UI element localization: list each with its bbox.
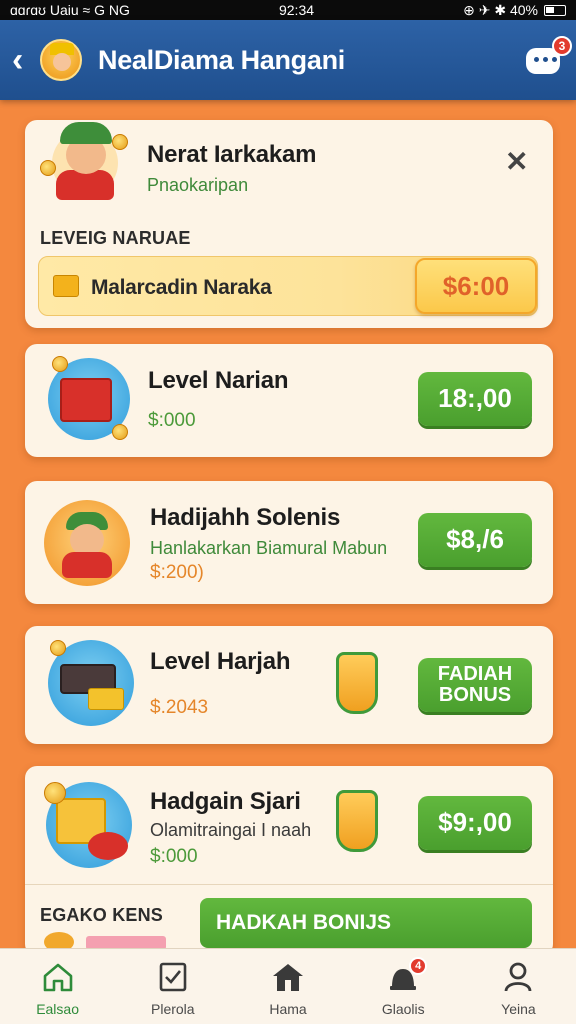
coin-icon [112, 134, 128, 150]
reward-subtitle: Hanlakarkan Biamural Mabun [150, 538, 388, 558]
crate-icon [336, 652, 378, 714]
reward-title: Hadijahh Solenis [150, 504, 341, 531]
nav-item-notifications[interactable]: 4 Glaolis [346, 949, 461, 1024]
bonus-button[interactable]: FADIAH BONUS [418, 658, 532, 712]
page-title: NealDiama Hangani [98, 44, 345, 75]
bottom-section-label: EGAKO KENS [40, 905, 164, 925]
level-section-label: LEVEIG NARUAE [40, 228, 191, 248]
carrier-text: ɑɑɾɑʊ Uaiu ≈ G NG [10, 2, 130, 18]
reward-title: Level Harjah [150, 648, 291, 675]
checklist-icon [159, 962, 187, 992]
status-right-text: ⊕ ✈ ✱ 40% [463, 1, 538, 18]
nav-label: Plerola [151, 1001, 195, 1017]
level-bar-label: Malarcadin Naraka [91, 276, 272, 299]
level-value-button[interactable]: $6:00 [415, 258, 537, 314]
reward-subtitle: Olamitraingai I naah [150, 820, 312, 840]
nav-label: Ealsao [36, 1001, 79, 1017]
battery-icon [544, 4, 566, 16]
back-icon[interactable]: ‹ [12, 41, 34, 80]
notification-badge: 3 [552, 36, 572, 56]
reward-title: Level Narian [148, 367, 289, 394]
reward-amount: $:200) [150, 562, 204, 583]
house-icon [273, 964, 303, 991]
clock: 92:34 [278, 2, 315, 18]
character-icon [44, 500, 130, 586]
chest-icon [53, 275, 79, 297]
nav-item-home[interactable]: Ealsao [0, 949, 115, 1024]
divider [25, 884, 553, 885]
reward-amount: $:000 [150, 846, 198, 867]
coin-icon [112, 424, 128, 440]
app-header: ‹ NealDiama Hangani 3 [0, 20, 576, 100]
nav-label: Glaolis [381, 1001, 425, 1017]
profile-icon [505, 962, 532, 992]
coin-icon [50, 640, 66, 656]
claim-button[interactable]: $8,/6 [418, 513, 532, 567]
bonus-button[interactable]: HADKAH BONIJS [200, 898, 532, 948]
status-bar: ɑɑɾɑʊ Uaiu ≈ G NG 92:34 ⊕ ✈ ✱ 40% [0, 0, 576, 20]
reward-amount: $:000 [148, 410, 196, 431]
reward-title: Hadgain Sjari [150, 788, 301, 815]
crate-icon [336, 790, 378, 852]
coin-icon [40, 160, 56, 176]
claim-button[interactable]: 18:,00 [418, 372, 532, 426]
cap-icon [60, 122, 112, 144]
nav-item-tasks[interactable]: Plerola [115, 949, 230, 1024]
star-icon [44, 782, 66, 804]
coin-icon [52, 356, 68, 372]
nav-label: Hama [269, 1001, 307, 1017]
status-icons: ⊕ ✈ ✱ 40% [463, 2, 566, 19]
chat-button[interactable]: 3 [524, 36, 572, 78]
bottom-nav: Ealsao Plerola Hama 4 Glaolis Yeina [0, 948, 576, 1024]
notification-badge: 4 [409, 957, 428, 975]
player-name: Nerat Iarkakam [147, 141, 317, 168]
nav-item-house[interactable]: Hama [230, 949, 345, 1024]
avatar[interactable] [40, 39, 82, 81]
player-subtitle: Pnaokaripan [147, 175, 249, 195]
home-icon [43, 963, 72, 992]
reward-amount: $.2043 [150, 697, 209, 718]
close-icon[interactable]: ✕ [505, 148, 528, 176]
nav-item-profile[interactable]: Yeina [461, 949, 576, 1024]
claim-button[interactable]: $9:,00 [418, 796, 532, 850]
nav-label: Yeina [501, 1001, 536, 1017]
